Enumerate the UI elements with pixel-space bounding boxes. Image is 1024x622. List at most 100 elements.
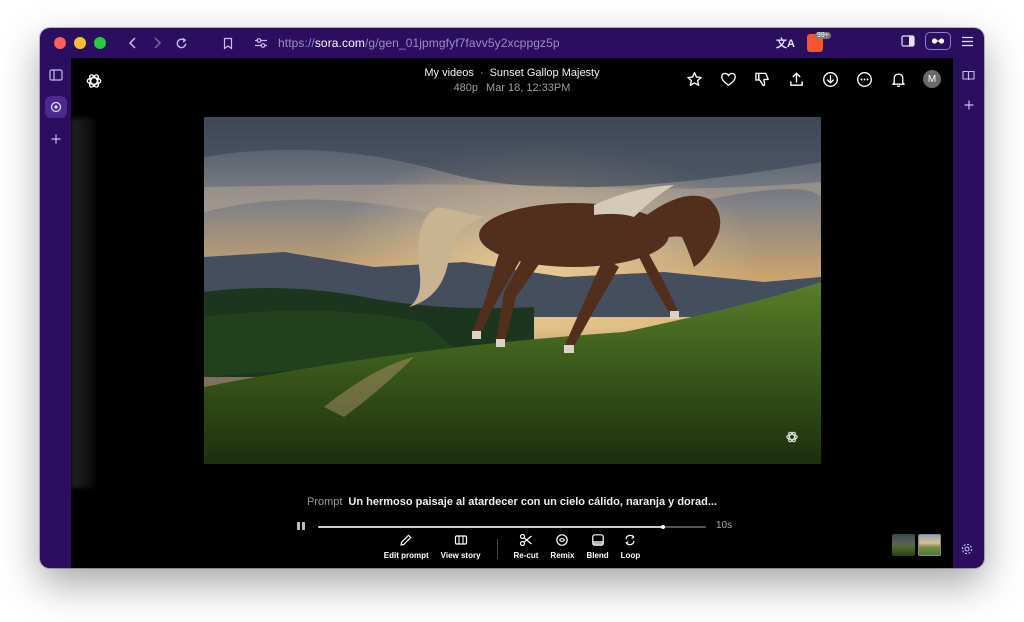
window-controls [54, 37, 106, 49]
bookmark-icon[interactable] [222, 37, 234, 50]
breadcrumb-my-videos[interactable]: My videos [424, 67, 474, 79]
breadcrumb-separator: · [479, 67, 484, 79]
thumbs-down-icon [754, 72, 769, 86]
reload-button[interactable] [170, 32, 192, 54]
video-frame-horse-sunset [204, 117, 821, 464]
video-player[interactable] [204, 117, 821, 464]
edit-tools: Edit prompt View story Re-cut Remix Blen… [71, 533, 953, 560]
close-window-button[interactable] [54, 37, 66, 49]
new-tab-button[interactable] [45, 128, 67, 150]
left-sidebar [40, 58, 71, 568]
variant-thumbnails [892, 534, 941, 556]
tool-label: Edit prompt [383, 551, 429, 560]
more-options-button[interactable] [855, 70, 873, 88]
sidebar-toggle-icon[interactable] [901, 35, 915, 47]
variant-thumbnail-selected[interactable] [918, 534, 941, 556]
heart-icon [720, 72, 736, 86]
navigation-buttons [122, 32, 192, 54]
book-icon [962, 70, 975, 80]
bell-icon [891, 72, 905, 87]
browser-toolbar: https://sora.com/g/gen_01jpmgfyf7favv5y2… [40, 28, 984, 58]
plus-icon [51, 134, 60, 144]
notifications-button[interactable] [889, 70, 907, 88]
tool-label: Re-cut [513, 551, 539, 560]
wallet-button[interactable] [925, 32, 951, 50]
back-button[interactable] [122, 32, 144, 54]
tool-label: View story [440, 551, 481, 560]
shield-count-badge: 99+ [814, 32, 831, 39]
variant-thumbnail[interactable] [892, 534, 915, 556]
progress-track[interactable] [318, 525, 706, 529]
avatar[interactable]: M [923, 70, 941, 88]
tab-favicon-icon [50, 101, 61, 113]
url-host: sora.com [314, 36, 365, 50]
sora-page: My videos · Sunset Gallop Majesty 480p Mar … [71, 58, 953, 568]
edit-prompt-button[interactable]: Edit prompt [384, 533, 429, 560]
forward-button[interactable] [146, 32, 168, 54]
blend-icon [591, 534, 604, 546]
remix-icon [556, 534, 569, 546]
sidebar-settings-button[interactable] [961, 542, 973, 560]
loop-icon [625, 534, 636, 546]
sora-watermark-icon [786, 431, 798, 443]
site-settings-icon[interactable] [254, 37, 268, 49]
sidebar-panel-button[interactable] [45, 64, 67, 86]
video-title: Sunset Gallop Majesty [489, 67, 600, 79]
tool-label: Loop [620, 551, 641, 560]
previous-video-preview[interactable] [71, 118, 97, 488]
chevron-right-icon [154, 37, 162, 49]
prompt-label: Prompt [306, 496, 343, 508]
prompt-text[interactable]: Un hermoso paisaje al atardecer con un c… [348, 496, 717, 508]
created-timestamp: Mar 18, 12:33PM [486, 82, 571, 94]
resolution-label: 480p [453, 82, 479, 94]
download-button[interactable] [821, 70, 839, 88]
plus-icon [964, 100, 973, 110]
video-duration: 10s [716, 520, 733, 531]
remix-button[interactable]: Remix [550, 533, 574, 560]
glasses-icon [931, 38, 945, 44]
video-actions: M [685, 70, 941, 88]
sidebar-panel-icon [48, 69, 63, 81]
star-icon [686, 71, 702, 86]
chevron-left-icon [128, 37, 136, 49]
reload-icon [176, 37, 186, 48]
translate-icon[interactable]: 文A [776, 35, 795, 51]
tools-divider [496, 539, 498, 559]
brave-shields-button[interactable]: 99+ [806, 32, 831, 52]
tool-label: Remix [550, 551, 575, 560]
like-button[interactable] [719, 70, 737, 88]
menu-icon[interactable] [961, 36, 974, 47]
right-sidebar [953, 58, 984, 568]
playback-controls: 10s [291, 520, 741, 534]
favorite-button[interactable] [685, 70, 703, 88]
dislike-button[interactable] [753, 70, 771, 88]
loop-button[interactable]: Loop [620, 533, 641, 560]
browser-window: https://sora.com/g/gen_01jpmgfyf7favv5y2… [40, 28, 984, 568]
maximize-window-button[interactable] [94, 37, 106, 49]
tool-label: Blend [586, 551, 609, 560]
download-icon [822, 71, 838, 87]
share-button[interactable] [787, 70, 805, 88]
add-panel-button[interactable] [958, 94, 980, 116]
address-bar[interactable]: https://sora.com/g/gen_01jpmgfyf7favv5y2… [222, 36, 560, 50]
view-story-button[interactable]: View story [441, 533, 481, 560]
pause-icon-bar [302, 522, 305, 530]
scissors-icon [519, 533, 532, 547]
recut-button[interactable]: Re-cut [513, 533, 539, 560]
pause-button[interactable] [297, 522, 307, 532]
pause-icon-bar [297, 522, 300, 530]
progress-fill [318, 526, 664, 528]
reading-list-button[interactable] [958, 64, 980, 86]
active-tab-button[interactable] [44, 96, 67, 118]
blend-button[interactable]: Blend [586, 533, 609, 560]
pencil-icon [400, 534, 412, 546]
prompt-row[interactable]: Prompt Un hermoso paisaje al atardecer co… [71, 496, 953, 508]
progress-thumb[interactable] [661, 525, 666, 529]
share-icon [789, 71, 803, 86]
toolbar-extensions: 文A 99+ [776, 32, 831, 52]
storyboard-icon [454, 535, 467, 545]
gear-icon [961, 543, 973, 555]
url-text[interactable]: https://sora.com/g/gen_01jpmgfyf7favv5y2… [278, 36, 560, 50]
minimize-window-button[interactable] [74, 37, 86, 49]
url-path: /g/gen_01jpmgfyf7favv5y2xcppgz5p [364, 36, 560, 50]
